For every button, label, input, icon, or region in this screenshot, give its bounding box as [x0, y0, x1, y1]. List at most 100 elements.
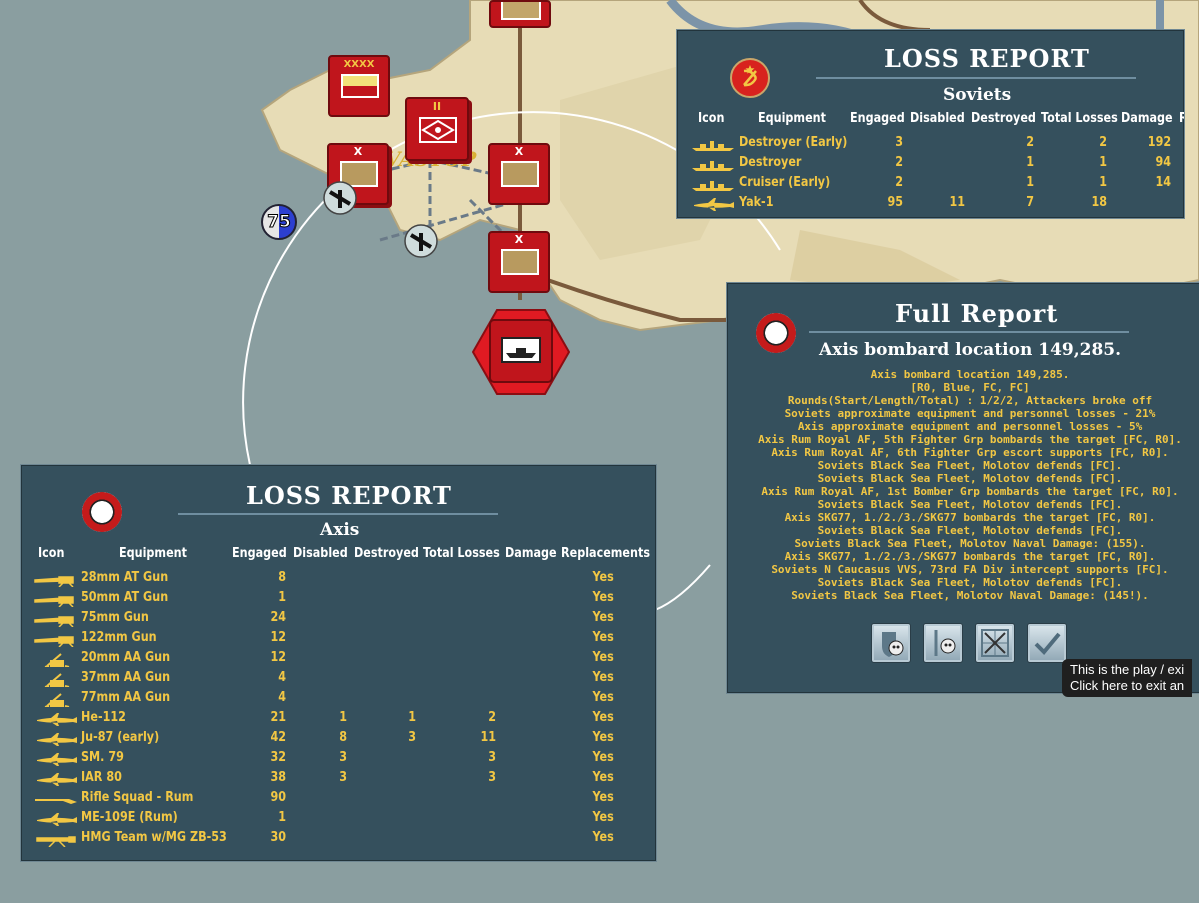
brigade-size-label: X	[514, 233, 524, 246]
column-header-damage: Damage	[505, 546, 557, 561]
soviet-side-label: Soviets	[943, 85, 1012, 105]
column-header-destroyed: Destroyed	[971, 111, 1036, 126]
cell-equipment: Rifle Squad - Rum	[81, 790, 194, 805]
report-log-line: Axis Rum Royal AF, 1st Bomber Grp bombar…	[761, 485, 1179, 498]
cell-equipment: HMG Team w/MG ZB-53	[81, 830, 227, 845]
cell-engaged: 2	[895, 175, 903, 190]
fortification-badge[interactable]: 75	[261, 204, 297, 240]
brigade-counter-east[interactable]: X	[488, 143, 550, 205]
report-log-line: [R0, Blue, FC, FC]	[910, 381, 1030, 394]
aa-gun-icon	[33, 652, 79, 671]
tooltip-line-2: Click here to exit an	[1070, 678, 1185, 693]
cell-damage: 14	[1155, 175, 1171, 190]
aa-gun-icon	[33, 672, 79, 691]
report-log-line: Soviets Black Sea Fleet, Molotov defends…	[817, 524, 1123, 537]
axis-loss-row: 77mm AA Gun 4 Yes	[21, 690, 656, 710]
cell-damage: 192	[1147, 135, 1171, 150]
cell-engaged: 24	[270, 610, 286, 625]
soviet-report-title: LOSS REPORT	[884, 44, 1090, 73]
full-report-log: Axis bombard location 149,285. [R0, Blue,…	[727, 368, 1199, 608]
cell-total: 1	[1099, 155, 1107, 170]
cell-engaged: 4	[278, 670, 286, 685]
combat-detail-button[interactable]	[975, 623, 1015, 663]
report-log-line: Axis Rum Royal AF, 5th Fighter Grp bomba…	[758, 433, 1182, 446]
airfield-icon[interactable]	[322, 180, 358, 216]
cell-engaged: 32	[270, 750, 286, 765]
cell-replacements: Yes	[592, 690, 614, 705]
axis-loss-row: ME-109E (Rum) 1 Yes	[21, 810, 656, 830]
brigade-size-label: X	[353, 145, 363, 158]
axis-loss-row: 37mm AA Gun 4 Yes	[21, 670, 656, 690]
ship-icon	[690, 157, 736, 176]
shield-skull-icon	[882, 632, 904, 657]
division-counter[interactable]: II	[405, 97, 469, 161]
plane-icon	[33, 732, 79, 751]
column-header-r: R	[1179, 111, 1184, 126]
army-hq-counter[interactable]: XXXX	[328, 55, 390, 117]
gun-icon	[33, 612, 79, 631]
checkmark-icon	[1034, 632, 1061, 655]
brigade-counter-south[interactable]: X	[488, 231, 550, 293]
report-log-line: Soviets Black Sea Fleet, Molotov defends…	[817, 498, 1123, 511]
cell-equipment: 122mm Gun	[81, 630, 157, 645]
column-header-total-losses: Total Losses	[1041, 111, 1118, 126]
report-log-line: Rounds(Start/Length/Total) : 1/2/2, Atta…	[787, 394, 1153, 407]
cell-total: 3	[488, 750, 496, 765]
cell-equipment: Yak-1	[739, 195, 774, 210]
column-header-destroyed: Destroyed	[354, 546, 419, 561]
cell-equipment: 75mm Gun	[81, 610, 149, 625]
naval-unit-counter[interactable]	[472, 308, 570, 396]
cell-disabled: 11	[949, 195, 965, 210]
unit-counter-top[interactable]	[489, 0, 551, 28]
report-log-line: Soviets Black Sea Fleet, Molotov defends…	[817, 576, 1123, 589]
cell-engaged: 95	[887, 195, 903, 210]
axis-loss-row: 28mm AT Gun 8 Yes	[21, 570, 656, 590]
cell-engaged: 1	[278, 810, 286, 825]
cell-equipment: He-112	[81, 710, 126, 725]
axis-loss-row: 75mm Gun 24 Yes	[21, 610, 656, 630]
crossed-swords-grid-icon	[981, 629, 1009, 657]
report-log-line: Axis bombard location 149,285.	[870, 368, 1070, 381]
cell-equipment: Destroyer	[739, 155, 802, 170]
cell-total: 1	[1099, 175, 1107, 190]
column-header-equipment: Equipment	[119, 546, 187, 561]
cell-engaged: 4	[278, 690, 286, 705]
cell-replacements: Yes	[592, 730, 614, 745]
confirm-button[interactable]	[1027, 623, 1067, 663]
report-log-line: Soviets N Caucasus VVS, 73rd FA Div inte…	[771, 563, 1169, 576]
report-log-line: Axis Rum Royal AF, 6th Fighter Grp escor…	[771, 446, 1169, 459]
soviet-loss-row: Destroyer (Early) 3 2 2 192	[677, 135, 1184, 155]
defender-losses-button[interactable]	[871, 623, 911, 663]
cell-equipment: 77mm AA Gun	[81, 690, 171, 705]
cell-equipment: 37mm AA Gun	[81, 670, 171, 685]
cell-destroyed: 1	[1026, 155, 1034, 170]
cell-replacements: Yes	[592, 650, 614, 665]
airfield-icon[interactable]	[403, 223, 439, 259]
cell-destroyed: 3	[408, 730, 416, 745]
report-log-line: Soviets approximate equipment and person…	[784, 407, 1156, 420]
soviet-loss-row: Cruiser (Early) 2 1 1 14	[677, 175, 1184, 195]
cell-total: 18	[1091, 195, 1107, 210]
cell-engaged: 38	[270, 770, 286, 785]
column-header-icon: Icon	[698, 111, 725, 126]
cell-total: 3	[488, 770, 496, 785]
report-log-line: Soviets Black Sea Fleet, Molotov defends…	[817, 472, 1123, 485]
axis-loss-row: SM. 79 32 3 3 Yes	[21, 750, 656, 770]
cell-engaged: 2	[895, 155, 903, 170]
axis-loss-row: 20mm AA Gun 12 Yes	[21, 650, 656, 670]
report-log-line: Axis SKG77, 1./2./3./SKG77 bombards the …	[784, 511, 1156, 524]
report-button-bar	[871, 623, 1091, 665]
axis-loss-row: Rifle Squad - Rum 90 Yes	[21, 790, 656, 810]
full-report-subtitle: Axis bombard location 149,285.	[819, 340, 1122, 360]
soviet-loss-row: Yak-1 95 11 7 18	[677, 195, 1184, 215]
axis-side-label: Axis	[320, 520, 360, 540]
axis-loss-row: 50mm AT Gun 1 Yes	[21, 590, 656, 610]
column-header-icon: Icon	[38, 546, 65, 561]
column-header-disabled: Disabled	[910, 111, 965, 126]
axis-loss-row: 122mm Gun 12 Yes	[21, 630, 656, 650]
cell-equipment: IAR 80	[81, 770, 122, 785]
gun-icon	[33, 572, 79, 591]
attacker-losses-button[interactable]	[923, 623, 963, 663]
column-header-engaged: Engaged	[850, 111, 905, 126]
cell-equipment: Ju-87 (early)	[81, 730, 160, 745]
